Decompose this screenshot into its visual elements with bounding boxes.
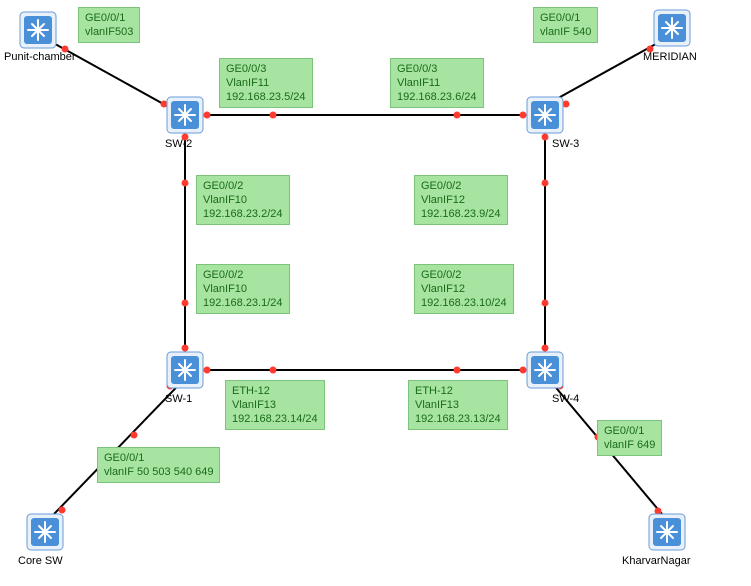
vlanif-text: VlanIF10: [203, 282, 283, 296]
vlanif-text: vlanIF503: [85, 25, 133, 39]
device-sw3[interactable]: [525, 95, 565, 135]
port-dot: [454, 112, 461, 119]
label-sw2-top: GE0/0/3 VlanIF11 192.168.23.5/24: [219, 58, 313, 108]
device-label-sw2: SW-2: [165, 138, 192, 150]
ip-text: 192.168.23.2/24: [203, 207, 283, 221]
label-kharvar-ge: GE0/0/1 vlanIF 649: [597, 420, 662, 456]
label-sw4-left: ETH-12 VlanIF13 192.168.23.13/24: [408, 380, 508, 430]
device-label-sw4: SW-4: [552, 393, 579, 405]
port-text: GE0/0/2: [203, 268, 283, 282]
link-sw1-sw4: [205, 369, 525, 371]
device-punit-chamber[interactable]: [18, 10, 58, 50]
ip-text: 192.168.23.13/24: [415, 412, 501, 426]
vlanif-text: vlanIF 540: [540, 25, 591, 39]
port-text: ETH-12: [415, 384, 501, 398]
device-kharvarnagar[interactable]: [647, 512, 687, 552]
port-text: GE0/0/3: [397, 62, 477, 76]
port-text: GE0/0/2: [421, 179, 501, 193]
label-sw3-down: GE0/0/2 VlanIF12 192.168.23.9/24: [414, 175, 508, 225]
vlanif-text: VlanIF12: [421, 282, 507, 296]
vlanif-text: VlanIF12: [421, 193, 501, 207]
ip-text: 192.168.23.14/24: [232, 412, 318, 426]
label-core-ge: GE0/0/1 vlanIF 50 503 540 649: [97, 447, 220, 483]
device-sw1[interactable]: [165, 350, 205, 390]
link-sw2-sw3: [205, 114, 525, 116]
device-core-sw[interactable]: [25, 512, 65, 552]
label-punit-ge: GE0/0/1 vlanIF503: [78, 7, 140, 43]
vlanif-text: VlanIF13: [232, 398, 318, 412]
port-text: GE0/0/1: [85, 11, 133, 25]
device-label-punit: Punit-chamber: [4, 51, 76, 63]
ip-text: 192.168.23.1/24: [203, 296, 283, 310]
device-label-coresw: Core SW: [18, 555, 63, 567]
device-label-meridian: MERIDIAN: [643, 51, 697, 63]
topology-canvas: { "devices": { "punit": { "label": "Puni…: [0, 0, 751, 586]
link-sw2-sw1: [184, 135, 186, 350]
label-sw1-right: ETH-12 VlanIF13 192.168.23.14/24: [225, 380, 325, 430]
vlanif-text: VlanIF11: [226, 76, 306, 90]
device-label-kharvar: KharvarNagar: [622, 555, 690, 567]
port-text: GE0/0/2: [203, 179, 283, 193]
port-text: GE0/0/1: [104, 451, 213, 465]
port-dot: [182, 300, 189, 307]
ip-text: 192.168.23.6/24: [397, 90, 477, 104]
label-meridian-ge: GE0/0/1 vlanIF 540: [533, 7, 598, 43]
port-dot: [270, 112, 277, 119]
vlanif-text: VlanIF11: [397, 76, 477, 90]
label-sw3-top: GE0/0/3 VlanIF11 192.168.23.6/24: [390, 58, 484, 108]
device-meridian[interactable]: [652, 8, 692, 48]
vlanif-text: vlanIF 649: [604, 438, 655, 452]
port-dot: [542, 300, 549, 307]
label-sw4-up: GE0/0/2 VlanIF12 192.168.23.10/24: [414, 264, 514, 314]
port-dot: [542, 180, 549, 187]
port-text: GE0/0/1: [604, 424, 655, 438]
device-sw2[interactable]: [165, 95, 205, 135]
port-text: GE0/0/1: [540, 11, 591, 25]
port-text: ETH-12: [232, 384, 318, 398]
port-dot: [454, 367, 461, 374]
ip-text: 192.168.23.10/24: [421, 296, 507, 310]
link-sw3-sw4: [544, 135, 546, 350]
ip-text: 192.168.23.5/24: [226, 90, 306, 104]
device-label-sw1: SW-1: [165, 393, 192, 405]
label-sw2-down: GE0/0/2 VlanIF10 192.168.23.2/24: [196, 175, 290, 225]
port-dot: [270, 367, 277, 374]
port-dot: [182, 180, 189, 187]
label-sw1-up: GE0/0/2 VlanIF10 192.168.23.1/24: [196, 264, 290, 314]
vlanif-text: vlanIF 50 503 540 649: [104, 465, 213, 479]
port-text: GE0/0/3: [226, 62, 306, 76]
port-dot: [131, 432, 138, 439]
port-text: GE0/0/2: [421, 268, 507, 282]
device-sw4[interactable]: [525, 350, 565, 390]
device-label-sw3: SW-3: [552, 138, 579, 150]
vlanif-text: VlanIF10: [203, 193, 283, 207]
vlanif-text: VlanIF13: [415, 398, 501, 412]
ip-text: 192.168.23.9/24: [421, 207, 501, 221]
